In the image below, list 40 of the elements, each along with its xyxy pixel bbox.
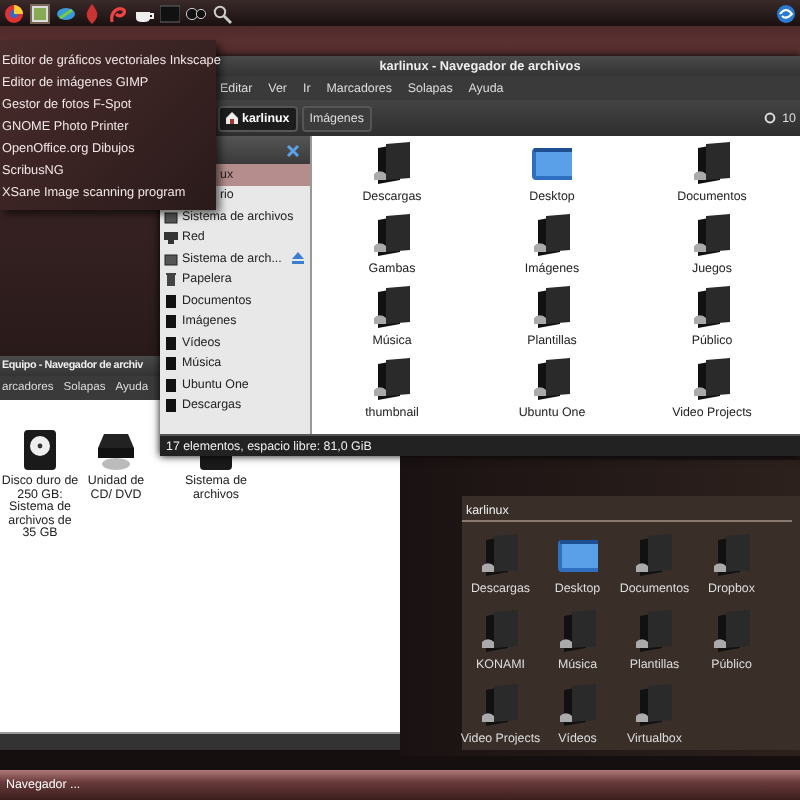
flame-icon[interactable]: [82, 3, 102, 23]
folder-icon: [711, 609, 752, 653]
folder-icon: [634, 534, 675, 578]
folder-icon: [372, 214, 412, 258]
folder-icon: [692, 286, 732, 330]
drive-icon: [164, 209, 178, 224]
folder-icon: [711, 534, 752, 578]
reload-icon[interactable]: [764, 112, 777, 124]
folder-icon: [692, 358, 732, 402]
monitor-icon: [557, 534, 598, 578]
folder-icon: [532, 214, 572, 258]
folder-icon: [372, 358, 412, 402]
folder-icon: [557, 609, 598, 653]
bird-icon[interactable]: [56, 3, 76, 23]
folder-icon: [480, 609, 521, 653]
folder-icon: [372, 142, 412, 186]
folder-icon: [634, 609, 675, 653]
folder-icon: [532, 286, 572, 330]
folder-icon: [372, 286, 412, 330]
folder-icon: [692, 142, 732, 186]
folder-icon: [692, 214, 732, 258]
home-icon: [226, 112, 238, 124]
folder-icon: [480, 534, 521, 578]
folder-icon: [532, 358, 572, 402]
spiral-icon[interactable]: [108, 3, 128, 23]
eyes-icon[interactable]: [186, 3, 206, 23]
magnifier-icon[interactable]: [212, 3, 232, 23]
trash-icon: [164, 272, 178, 287]
folder-icon: [634, 684, 675, 728]
globe-icon[interactable]: [4, 3, 24, 23]
photo-frame-icon[interactable]: [30, 3, 50, 23]
network-icon: [164, 230, 178, 245]
swirl-icon[interactable]: [776, 3, 796, 23]
folder-icon: [557, 684, 598, 728]
monitor-icon: [532, 142, 572, 186]
drive-icon: [164, 251, 178, 266]
optical-drive-icon: [94, 428, 138, 472]
eject-icon[interactable]: [291, 252, 304, 265]
close-icon[interactable]: [286, 143, 300, 157]
folder-icon: [480, 684, 521, 728]
